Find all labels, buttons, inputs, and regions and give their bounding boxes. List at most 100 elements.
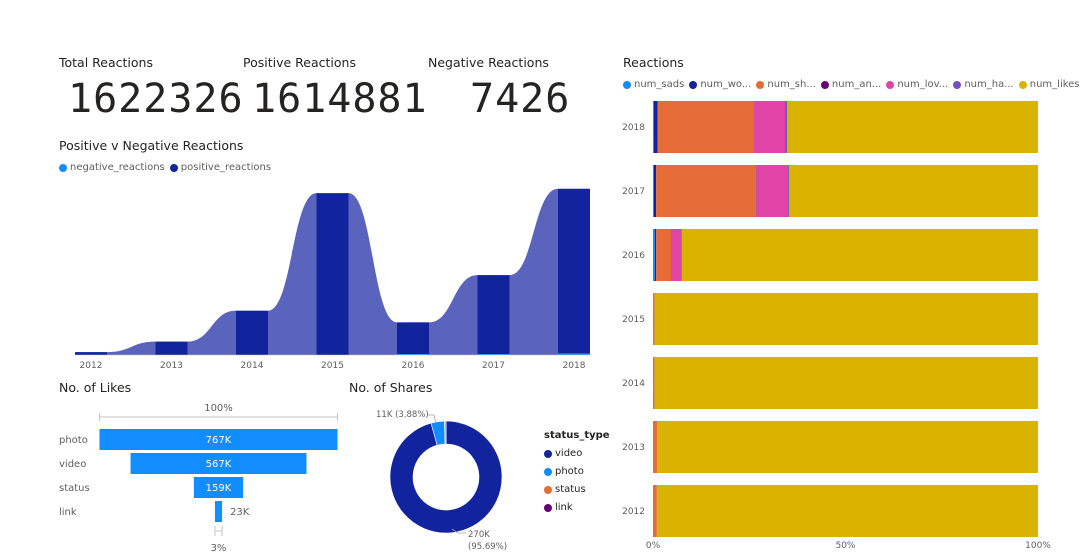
legend-dot	[886, 80, 895, 89]
bar-segment-2013-num_sads[interactable]	[653, 421, 654, 473]
donut-label-video-pct: (95.69%)	[468, 542, 507, 552]
donut-chart-title: No. of Shares	[349, 380, 433, 395]
bar-segment-2017-num_lov[interactable]	[756, 165, 788, 217]
donut-label-photo: 11K (3.88%)	[376, 410, 429, 420]
y-tick-2012: 2012	[622, 507, 645, 517]
bar-segment-2014-num_likes[interactable]	[654, 357, 1038, 409]
x-tick-2018: 2018	[563, 361, 586, 371]
x-tick-2017: 2017	[482, 361, 505, 371]
bar-segment-2013-num_likes[interactable]	[657, 421, 1038, 473]
ribbon-positive-2016-2017	[429, 275, 478, 355]
funnel-value-photo: 767K	[206, 435, 232, 446]
funnel-bar-link[interactable]	[214, 501, 223, 522]
bar-segment-2016-num_wo[interactable]	[654, 229, 657, 281]
bar-segment-2016-num_lov[interactable]	[671, 229, 682, 281]
bar-segment-2016-num_sh[interactable]	[656, 229, 672, 281]
legend-label: num_wo...	[700, 79, 752, 90]
legend-item-num_sads[interactable]: num_sads	[623, 79, 684, 90]
legend-item-num_sh[interactable]: num_sh...	[756, 79, 816, 90]
bar-segment-2018-num_sh[interactable]	[657, 101, 754, 153]
legend-item-num_wo[interactable]: num_wo...	[689, 79, 751, 90]
x-tick-2015: 2015	[321, 361, 344, 371]
x-tick-2016: 2016	[402, 361, 425, 371]
column-positive-2015[interactable]	[316, 193, 349, 355]
x-tick-1: 50%	[835, 541, 855, 551]
donut-label-video-value: 270K	[468, 530, 490, 540]
funnel-category-status: status	[59, 483, 90, 494]
ribbon-positive-2012-2013	[107, 341, 156, 355]
x-tick-2014: 2014	[241, 361, 264, 371]
y-tick-2013: 2013	[622, 443, 645, 453]
legend-item-num_likes[interactable]: num_likes	[1018, 79, 1080, 90]
funnel-chart[interactable]: 100% photo 767K video 567K status 159K link 23K 3…	[0, 395, 340, 559]
bar-segment-2018-num_lov[interactable]	[754, 101, 786, 153]
bar-segment-2016-num_likes[interactable]	[681, 229, 1038, 281]
legend-dot	[953, 80, 962, 89]
bar-segment-2015-num_sh[interactable]	[653, 293, 655, 345]
legend-label: num_sh...	[767, 79, 816, 90]
bar-segment-2017-num_sh[interactable]	[656, 165, 757, 217]
donut-leader-photo	[428, 414, 437, 424]
x-tick-0: 0%	[646, 541, 661, 551]
column-positive-2014[interactable]	[236, 310, 268, 355]
column-positive-2013[interactable]	[155, 341, 188, 355]
bar-segment-2012-num_sads[interactable]	[653, 485, 654, 537]
ribbon-positive-2014-2015	[268, 193, 317, 355]
column-positive-2018[interactable]	[558, 188, 590, 355]
legend-item-num_ha[interactable]: num_ha...	[953, 79, 1014, 90]
ribbon-positive-2017-2018	[509, 188, 558, 355]
y-tick-2014: 2014	[622, 379, 645, 389]
bar-segment-2017-num_wo[interactable]	[653, 165, 657, 217]
funnel-bottom-label: 3%	[211, 543, 227, 554]
legend-label: num_an...	[831, 79, 882, 90]
legend-dot	[820, 80, 829, 89]
bar-segment-2018-num_likes[interactable]	[786, 101, 1038, 153]
x-tick-2: 100%	[1025, 541, 1051, 551]
column-negative-2018[interactable]	[558, 353, 590, 355]
funnel-category-video: video	[59, 459, 86, 470]
ribbon-chart[interactable]: 2012 2013 2014 2015 2016 2017 2018	[0, 0, 600, 380]
bar-segment-2016-num_sads[interactable]	[653, 229, 655, 281]
funnel-value-status: 159K	[206, 483, 232, 494]
legend-label: num_likes	[1029, 79, 1080, 90]
column-positive-2012[interactable]	[75, 352, 107, 355]
y-tick-2017: 2017	[622, 187, 645, 197]
legend-dot	[756, 80, 765, 89]
funnel-category-photo: photo	[59, 435, 88, 446]
column-positive-2017[interactable]	[477, 275, 510, 355]
bar-segment-2018-num_sads[interactable]	[653, 101, 654, 153]
funnel-value-video: 567K	[206, 459, 232, 470]
legend-label: num_sads	[634, 79, 685, 90]
bar-segment-2015-num_likes[interactable]	[654, 293, 1038, 345]
bar-segment-2013-num_sh[interactable]	[653, 421, 658, 473]
y-tick-2015: 2015	[622, 315, 645, 325]
reactions-chart-title: Reactions	[623, 55, 684, 70]
ribbon-positive-2013-2014	[187, 310, 236, 355]
x-tick-2012: 2012	[80, 361, 103, 371]
reactions-legend: num_sads num_wo... num_sh... num_an... num_l…	[623, 79, 1083, 90]
bar-segment-2014-num_sh[interactable]	[653, 357, 655, 409]
legend-label: num_ha...	[964, 79, 1014, 90]
y-tick-2018: 2018	[622, 123, 645, 133]
bar-segment-2017-num_sads[interactable]	[653, 165, 654, 217]
legend-dot	[689, 80, 698, 89]
reactions-stacked-bar-chart[interactable]: 2018 2017 2016 2015 2014 2013 2012 0% 50% 100%	[600, 95, 1083, 559]
funnel-chart-title: No. of Likes	[59, 380, 132, 395]
bar-segment-2017-num_ha[interactable]	[787, 165, 789, 217]
ribbon-positive-2015-2016	[348, 193, 397, 355]
bar-segment-2012-num_sh[interactable]	[653, 485, 657, 537]
funnel-top-label: 100%	[204, 403, 233, 414]
legend-dot	[623, 80, 631, 89]
legend-item-num_lov[interactable]: num_lov...	[886, 79, 948, 90]
column-positive-2016[interactable]	[397, 322, 429, 355]
bar-segment-2018-num_wo[interactable]	[653, 101, 658, 153]
y-tick-2016: 2016	[622, 251, 645, 261]
legend-label: num_lov...	[897, 79, 949, 90]
bar-segment-2017-num_likes[interactable]	[788, 165, 1038, 217]
bar-segment-2012-num_likes[interactable]	[656, 485, 1038, 537]
bar-segment-2018-num_ha[interactable]	[785, 101, 787, 153]
funnel-category-link: link	[59, 507, 77, 518]
legend-item-num_an[interactable]: num_an...	[820, 79, 882, 90]
x-tick-2013: 2013	[160, 361, 183, 371]
donut-chart[interactable]: 11K (3.88%) 270K (95.69%)	[340, 395, 540, 559]
